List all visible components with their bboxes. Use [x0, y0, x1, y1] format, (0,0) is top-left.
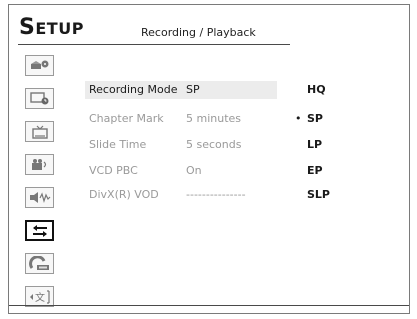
section-subtitle: Recording / Playback	[141, 26, 256, 39]
setting-label-slide-time[interactable]: Slide Time	[89, 138, 146, 151]
option-ep[interactable]: EP	[307, 164, 323, 177]
disc-settings-icon[interactable]	[25, 55, 54, 76]
setup-window: SETUP Recording / Playback 文 Recording M…	[8, 4, 410, 314]
option-hq[interactable]: HQ	[307, 83, 326, 96]
language-icon[interactable]: 文	[25, 286, 54, 307]
tv-icon[interactable]	[25, 121, 54, 142]
setting-label-divx-vod[interactable]: DivX(R) VOD	[89, 188, 159, 201]
title-initial: S	[19, 15, 36, 40]
option-slp[interactable]: SLP	[307, 188, 330, 201]
page-title: SETUP	[19, 15, 84, 40]
setting-label-recording-mode[interactable]: Recording Mode	[89, 83, 177, 96]
selected-option-bullet: •	[295, 112, 302, 125]
option-sp[interactable]: SP	[307, 112, 323, 125]
svg-text:文: 文	[35, 291, 45, 304]
video-audio-icon[interactable]	[25, 154, 54, 175]
setting-value-slide-time[interactable]: 5 seconds	[186, 138, 241, 151]
speaker-audio-icon[interactable]	[25, 187, 54, 208]
dvd-disc-icon[interactable]	[25, 253, 54, 274]
title-rest: ETUP	[35, 19, 84, 38]
setting-label-chapter-mark[interactable]: Chapter Mark	[89, 112, 164, 125]
bottom-divider	[9, 305, 409, 306]
setting-value-chapter-mark[interactable]: 5 minutes	[186, 112, 241, 125]
setting-value-divx-vod[interactable]: ---------------	[186, 188, 246, 201]
recording-playback-icon[interactable]	[25, 220, 54, 241]
option-lp[interactable]: LP	[307, 138, 322, 151]
title-divider	[18, 44, 290, 45]
setting-value-vcd-pbc[interactable]: On	[186, 164, 202, 177]
setting-value-recording-mode[interactable]: SP	[186, 83, 200, 96]
setting-label-vcd-pbc[interactable]: VCD PBC	[89, 164, 138, 177]
tv-clock-icon[interactable]	[25, 88, 54, 109]
